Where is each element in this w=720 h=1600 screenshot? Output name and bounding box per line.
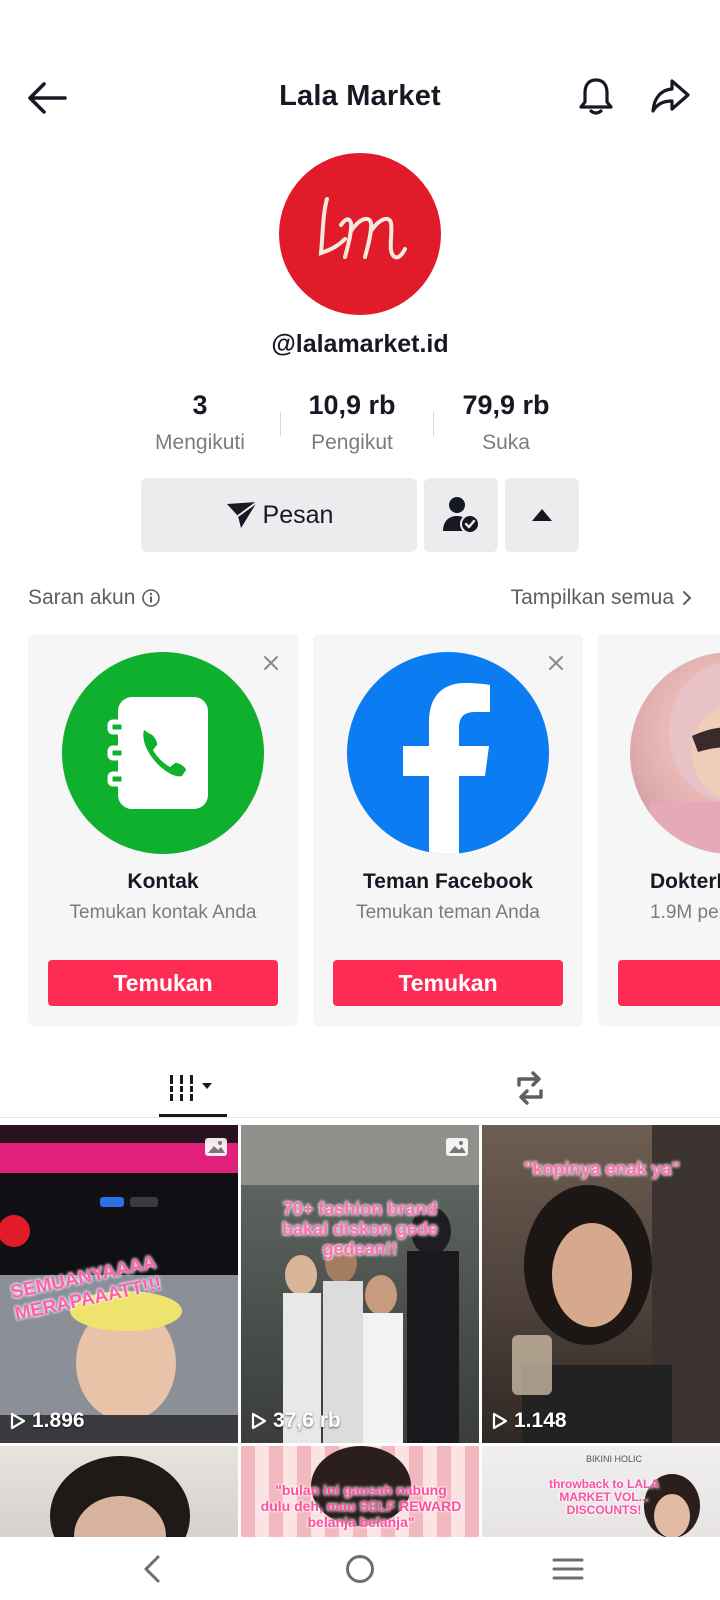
suggestion-subtitle: 1.9M per <box>650 902 720 923</box>
stat-likes-value: 79,9 rb <box>462 390 550 420</box>
photo-post-badge <box>204 1137 228 1162</box>
stat-following-label: Mengikuti <box>155 431 245 454</box>
suggestion-name: DokterD <box>650 870 720 893</box>
show-all-link[interactable]: Tampilkan semua <box>511 586 692 610</box>
video-preview-image <box>241 1125 479 1443</box>
suggestion-subtitle: Temukan kontak Anda <box>69 902 257 923</box>
view-count: 1.148 <box>492 1409 567 1433</box>
menu-lines-icon <box>552 1558 584 1579</box>
contacts-icon <box>62 652 264 854</box>
suggestion-card-user[interactable]: DokterD 1.9M per Ik <box>598 634 720 1026</box>
image-icon <box>446 1138 468 1156</box>
facebook-icon <box>347 652 549 854</box>
video-caption: throwback to LALA MARKET VOL... DISCOUNT… <box>549 1477 659 1517</box>
photo-post-badge <box>445 1137 469 1162</box>
send-icon <box>226 501 258 528</box>
suggested-user-avatar <box>630 652 720 854</box>
notification-bell-button[interactable] <box>568 68 624 124</box>
stat-following[interactable]: 3 Mengikuti <box>125 390 275 455</box>
nav-back-button[interactable] <box>92 1537 212 1600</box>
suggestion-subtitle: Temukan teman Anda <box>356 902 540 923</box>
play-icon <box>251 1412 267 1430</box>
profile-stats: 3 Mengikuti 10,9 rb Pengikut 79,9 rb Suk… <box>0 390 720 462</box>
suggestion-card-contacts[interactable]: Kontak Temukan kontak Anda Temukan <box>28 634 298 1026</box>
suggestion-cards: Kontak Temukan kontak Anda Temukan Teman… <box>0 634 720 1026</box>
grid-sort-icon <box>168 1075 212 1101</box>
suggestion-name: Kontak <box>127 870 199 893</box>
stat-likes-label: Suka <box>482 431 530 454</box>
suggestion-name: Teman Facebook <box>363 870 533 893</box>
message-button[interactable]: Pesan <box>141 478 417 552</box>
show-all-label: Tampilkan semua <box>510 586 674 609</box>
content-tabs <box>0 1058 720 1118</box>
dismiss-button[interactable] <box>258 650 284 676</box>
video-thumbnail[interactable] <box>0 1446 238 1537</box>
view-count: 37,6 rb <box>251 1409 341 1433</box>
view-count-value: 37,6 rb <box>273 1409 341 1432</box>
dismiss-button[interactable] <box>543 650 569 676</box>
view-count-value: 1.896 <box>32 1409 85 1432</box>
profile-username: @lalamarket.id <box>271 330 449 358</box>
facebook-logo <box>403 683 490 854</box>
video-thumbnail[interactable]: "kopinya enak ya" 1.148 <box>482 1125 720 1443</box>
suggestions-title-text: Saran akun <box>28 586 136 609</box>
nav-home-button[interactable] <box>300 1537 420 1600</box>
message-button-label: Pesan <box>262 500 334 529</box>
stat-following-value: 3 <box>192 390 208 420</box>
top-bar: Lala Market <box>0 64 720 130</box>
info-icon[interactable] <box>141 588 161 608</box>
nav-recents-button[interactable] <box>508 1537 628 1600</box>
repost-icon <box>517 1071 543 1105</box>
video-thumbnail[interactable]: SEMUANYAAAA MERAPAAATT!!! 1.896 <box>0 1125 238 1443</box>
active-tab-indicator <box>159 1114 227 1117</box>
following-status-button[interactable] <box>424 478 498 552</box>
suggestions-header: Saran akun Tampilkan semua <box>28 586 692 616</box>
phonebook-icon <box>107 697 208 809</box>
view-count: 1.896 <box>10 1409 85 1433</box>
video-caption: "kopinya enak ya" <box>523 1159 681 1179</box>
video-grid: SEMUANYAAAA MERAPAAATT!!! 1.896 70+ fash… <box>0 1125 720 1537</box>
bell-icon <box>579 78 613 115</box>
stat-followers-value: 10,9 rb <box>308 390 396 420</box>
chevron-right-icon <box>683 591 692 605</box>
find-contacts-button[interactable]: Temukan <box>48 960 278 1006</box>
home-circle-icon <box>346 1554 374 1583</box>
video-thumbnail[interactable]: "bulan ini gausah nabung dulu deh, mau S… <box>241 1446 479 1537</box>
video-caption: 70+ fashion brand bakal diskon gede gede… <box>281 1199 439 1259</box>
find-facebook-friends-button[interactable]: Temukan <box>333 960 563 1006</box>
stat-likes[interactable]: 79,9 rb Suka <box>431 390 581 455</box>
suggestion-card-facebook[interactable]: Teman Facebook Temukan teman Anda Temuka… <box>313 634 583 1026</box>
profile-actions: Pesan <box>0 478 720 552</box>
play-icon <box>10 1412 26 1430</box>
chevron-left-icon <box>144 1555 160 1582</box>
stat-followers[interactable]: 10,9 rb Pengikut <box>277 390 427 455</box>
image-icon <box>205 1138 227 1156</box>
play-icon <box>492 1412 508 1430</box>
tab-reposts[interactable] <box>350 1058 710 1118</box>
suggestions-title: Saran akun <box>28 586 161 610</box>
lala-market-logo <box>318 197 407 260</box>
share-arrow-icon <box>651 79 690 113</box>
close-icon <box>549 656 563 670</box>
suggestions-toggle-button[interactable] <box>505 478 579 552</box>
share-button[interactable] <box>642 68 698 124</box>
video-thumbnail[interactable]: BIKINI HOLIC throwback to LALA MARKET VO… <box>482 1446 720 1537</box>
svg-text:BIKINI HOLIC: BIKINI HOLIC <box>586 1454 643 1464</box>
system-navigation-bar <box>0 1537 720 1600</box>
user-photo <box>650 663 720 854</box>
video-preview-image <box>50 1456 190 1537</box>
user-check-icon <box>443 497 480 534</box>
video-thumbnail[interactable]: 70+ fashion brand bakal diskon gede gede… <box>241 1125 479 1443</box>
tab-videos[interactable] <box>12 1058 372 1118</box>
close-icon <box>264 656 278 670</box>
follow-back-button[interactable]: Ik <box>618 960 720 1006</box>
stat-followers-label: Pengikut <box>311 431 393 454</box>
video-caption: "bulan ini gausah nabung dulu deh, mau S… <box>260 1482 462 1530</box>
caret-up-icon <box>532 509 552 521</box>
profile-avatar[interactable] <box>279 153 441 315</box>
view-count-value: 1.148 <box>514 1409 567 1432</box>
